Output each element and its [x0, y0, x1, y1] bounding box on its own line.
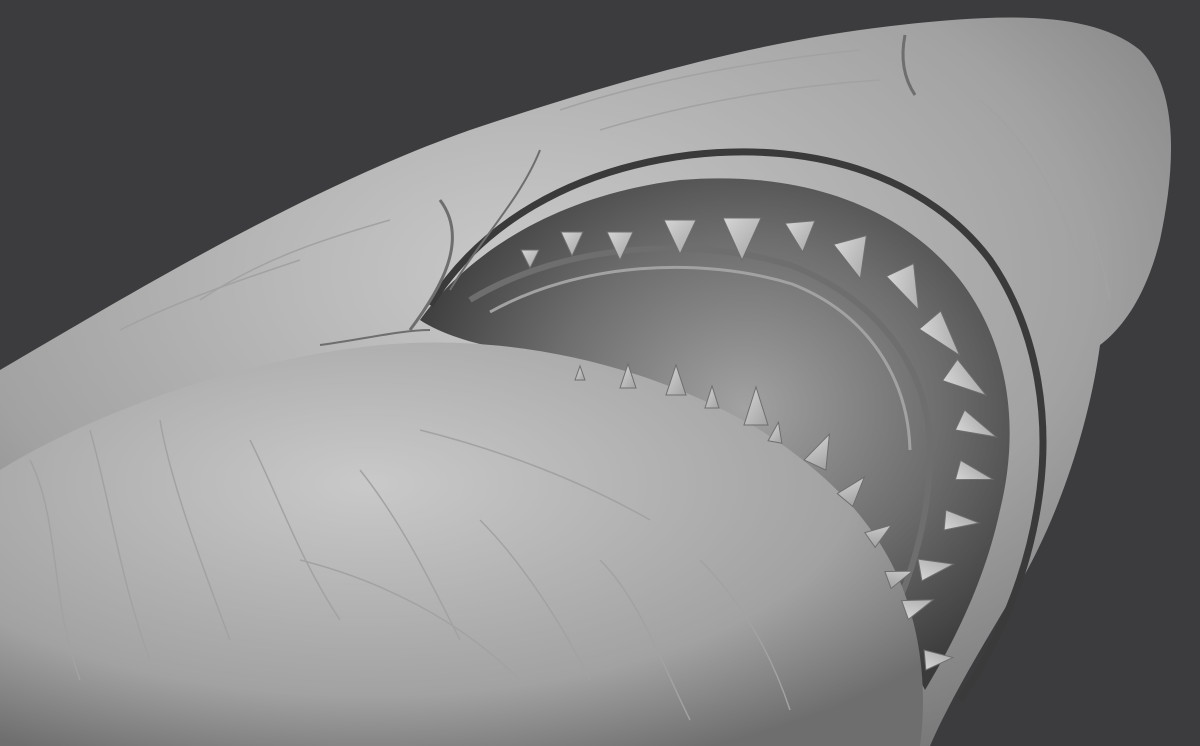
sculpt-viewport	[0, 0, 1200, 746]
shark-sculpt-render	[0, 0, 1200, 746]
